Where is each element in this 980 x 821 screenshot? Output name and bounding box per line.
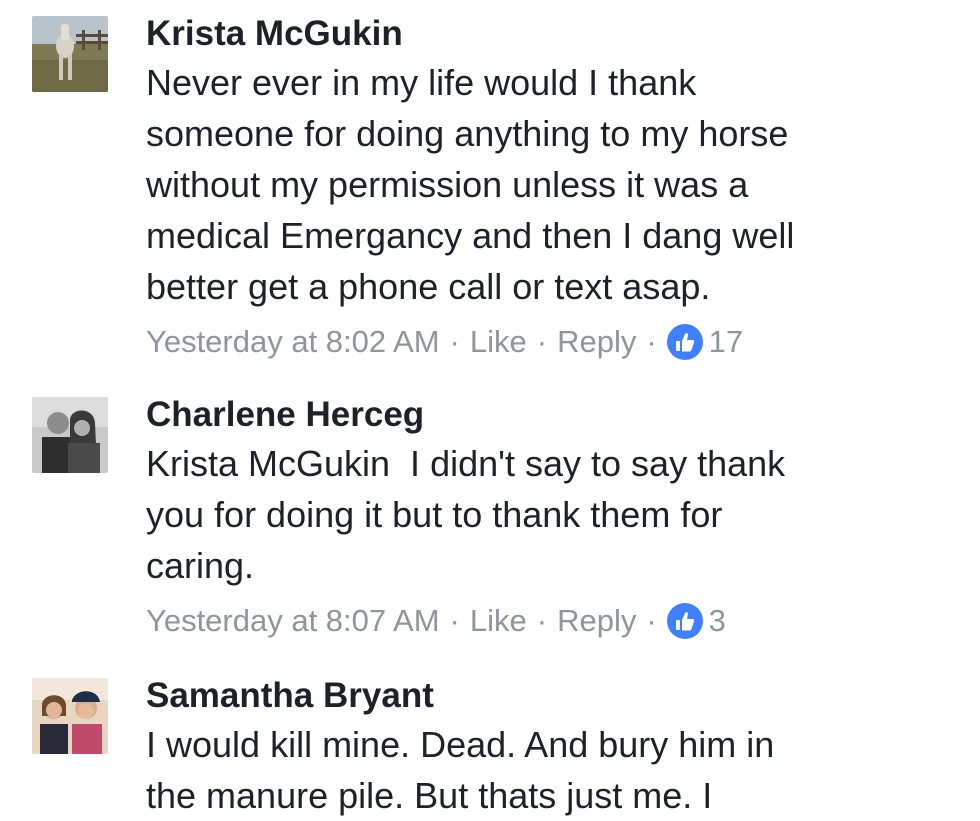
comment-text-line: Krista McGukin I didn't say to say thank — [146, 443, 786, 484]
comment-author[interactable]: Charlene Herceg — [146, 393, 966, 437]
horse-photo-avatar[interactable] — [32, 16, 108, 92]
comment-timestamp[interactable]: Yesterday at 8:07 AM — [146, 601, 440, 641]
couple-photo-avatar[interactable] — [32, 397, 108, 473]
meta-separator: · — [646, 603, 657, 638]
thumbs-up-icon[interactable] — [666, 324, 703, 360]
meta-separator: · — [449, 603, 460, 638]
comment-text: I would kill mine. Dead. And bury him in… — [146, 719, 966, 821]
comment-text-line: medical Emergancy and then I dang well — [146, 215, 795, 256]
thumbs-up-icon[interactable] — [666, 603, 703, 639]
comment-body: Charlene Herceg Krista McGukin I didn't … — [146, 393, 966, 641]
comment-text-line: Never ever in my life would I thank — [146, 62, 697, 103]
comment-text-line: caring. — [146, 545, 255, 586]
two-women-photo-avatar[interactable] — [32, 678, 108, 754]
like-link[interactable]: Like — [470, 601, 527, 641]
reaction-count[interactable]: 3 — [709, 601, 726, 641]
comment-meta: Yesterday at 8:02 AM · Like · Reply · 17 — [146, 322, 966, 362]
comment-author[interactable]: Krista McGukin — [146, 12, 966, 56]
comment-author[interactable]: Samantha Bryant — [146, 674, 966, 718]
meta-separator: · — [536, 324, 548, 359]
comment-text-line: the manure pile. But thats just me. I — [146, 775, 713, 816]
meta-separator: · — [536, 603, 548, 638]
comment-text-line: without my permission unless it was a — [146, 164, 749, 205]
comment-thread: Krista McGukin Never ever in my life wou… — [0, 0, 980, 818]
like-link[interactable]: Like — [470, 322, 527, 362]
reply-link[interactable]: Reply — [557, 601, 636, 641]
meta-separator: · — [646, 324, 657, 359]
comment-body: Krista McGukin Never ever in my life wou… — [146, 12, 966, 362]
comment-text: Never ever in my life would I thank some… — [146, 57, 966, 312]
meta-separator: · — [449, 324, 460, 359]
comment-text-line: I would kill mine. Dead. And bury him in — [146, 724, 775, 765]
comment-text-line: you for doing it but to thank them for — [146, 494, 723, 535]
reply-link[interactable]: Reply — [557, 322, 636, 362]
comment-text: Krista McGukin I didn't say to say thank… — [146, 438, 966, 591]
comment-meta: Yesterday at 8:07 AM · Like · Reply · 3 — [146, 601, 966, 641]
reaction-count[interactable]: 17 — [709, 322, 743, 362]
comment-body: Samantha Bryant I would kill mine. Dead.… — [146, 674, 966, 821]
comment-text-line: someone for doing anything to my horse — [146, 113, 789, 154]
comment-text-line: better get a phone call or text asap. — [146, 266, 711, 307]
comment-timestamp[interactable]: Yesterday at 8:02 AM — [146, 322, 440, 362]
